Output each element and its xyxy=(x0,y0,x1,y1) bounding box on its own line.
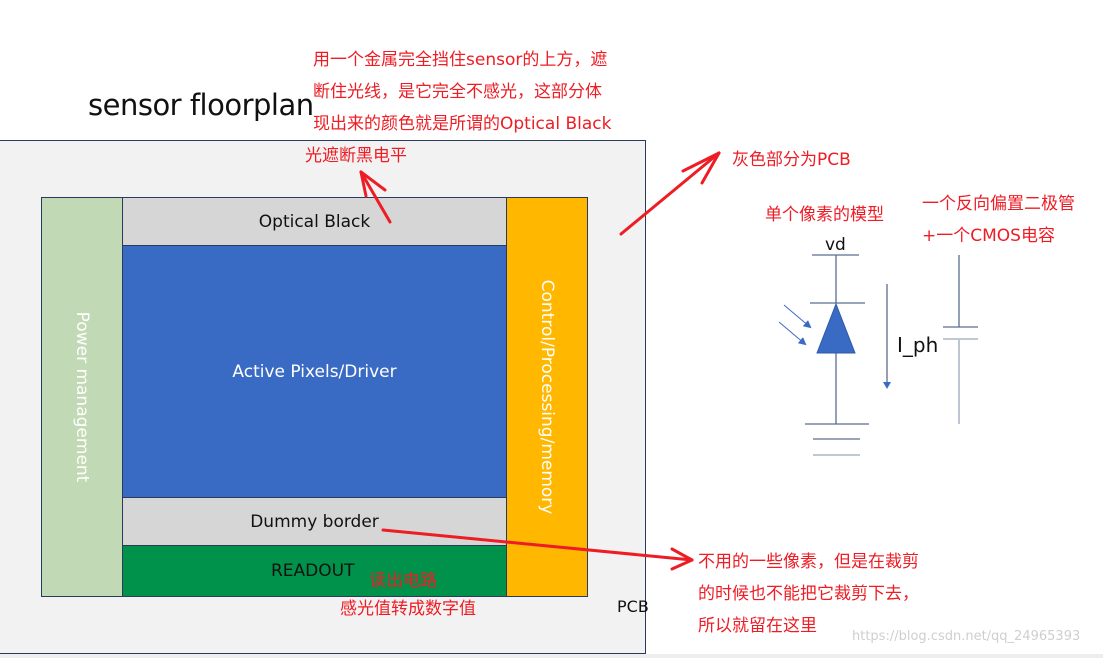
bottom-edge xyxy=(0,654,1103,658)
watermark: https://blog.csdn.net/qq_24965393 xyxy=(852,629,1081,644)
diode-icon xyxy=(816,302,856,354)
photodiode-circuit xyxy=(805,254,869,456)
current-arrow-icon xyxy=(883,284,891,389)
red-arrow-optical-black xyxy=(359,170,392,224)
light-rays-icon xyxy=(778,304,812,346)
overlay-graphics xyxy=(359,151,978,571)
red-arrow-dummy xyxy=(381,528,694,571)
capacitor-icon xyxy=(943,255,978,424)
red-arrow-pcb xyxy=(619,151,721,236)
